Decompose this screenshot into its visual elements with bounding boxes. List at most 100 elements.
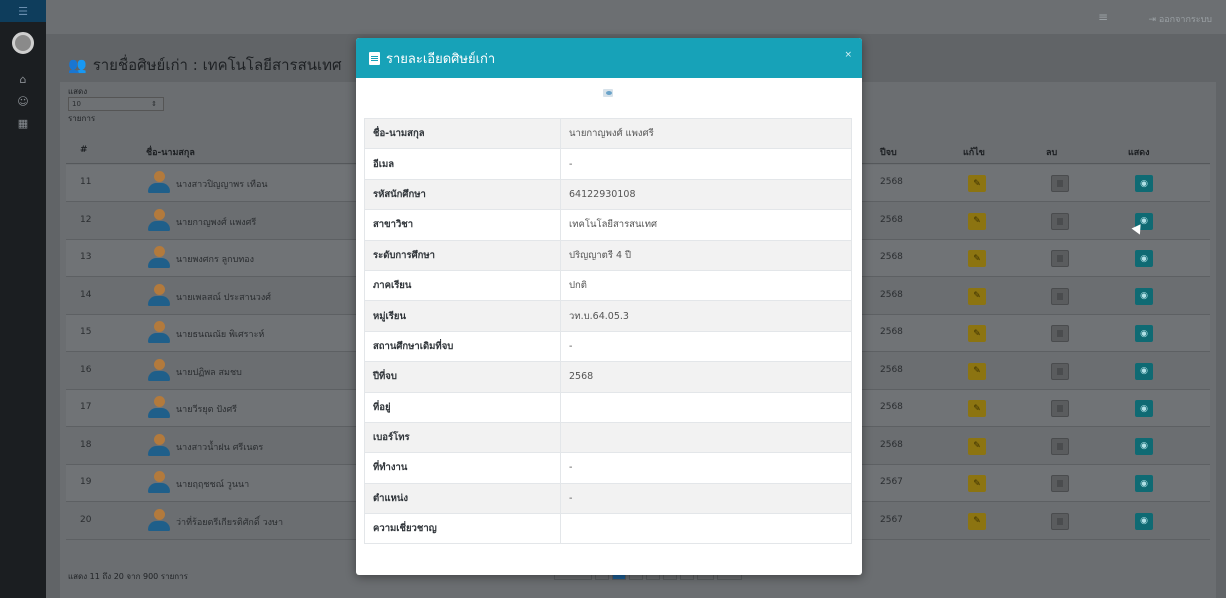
view-button[interactable]: ◉	[1135, 512, 1153, 530]
detail-row: ชื่อ-นามสกุล นายกาญพงศ์ แพงศรี	[364, 117, 852, 150]
sidebar-toggle[interactable]: ☰	[0, 0, 46, 22]
home-icon[interactable]: ⌂	[0, 68, 46, 90]
detail-value: 2568	[560, 361, 852, 393]
detail-label: ความเชี่ยวชาญ	[364, 513, 561, 545]
edit-button[interactable]: ✎	[968, 512, 986, 530]
edit-button[interactable]: ✎	[968, 437, 986, 455]
page-size-value: 10	[72, 100, 81, 108]
delete-button[interactable]	[1051, 212, 1069, 230]
edit-button[interactable]: ✎	[968, 362, 986, 380]
row-number: 15	[80, 327, 92, 337]
delete-button[interactable]	[1051, 400, 1069, 417]
detail-row: ความเชี่ยวชาญ	[364, 513, 852, 545]
detail-row: สาขาวิชา เทคโนโลยีสารสนเทศ	[364, 209, 852, 241]
view-button[interactable]: ◉	[1135, 475, 1153, 492]
detail-value: 64122930108	[560, 178, 852, 211]
row-name: นายฤฤชชณ์ วูนนา	[176, 480, 250, 490]
detail-row: ภาคเรียน ปกติ	[364, 269, 852, 302]
menu-icon[interactable]: ≡	[1098, 10, 1108, 24]
row-number: 19	[80, 477, 92, 487]
detail-value: -	[560, 452, 852, 484]
row-name: นางสาวน้ำฝน ศรีเนตร	[176, 442, 264, 453]
row-name: นางสาวปิญญาพร เทือน	[176, 180, 268, 190]
logout-label: ออกจากระบบ	[1158, 15, 1212, 25]
detail-row: อีเมล -	[364, 148, 852, 180]
close-button[interactable]: ×	[844, 50, 852, 60]
select-arrows-icon: ⇕	[151, 100, 157, 108]
delete-button[interactable]	[1051, 362, 1069, 380]
header-year[interactable]: ปีจบ	[880, 145, 897, 159]
document-icon	[369, 51, 380, 65]
row-name: นายธนณณัย พิเศราะห์	[176, 330, 265, 340]
row-year: 2568	[880, 289, 903, 300]
table-info: แสดง 11 ถึง 20 จาก 900 รายการ	[68, 572, 188, 581]
detail-label: เบอร์โทร	[364, 421, 561, 454]
avatar	[148, 471, 170, 495]
row-name: นายพงศกร ลูกบทอง	[176, 255, 255, 265]
row-number: 13	[80, 252, 92, 262]
row-number: 17	[80, 402, 92, 412]
edit-button[interactable]: ✎	[968, 250, 986, 267]
detail-row: ที่อยู่	[364, 391, 852, 423]
detail-label: อีเมล	[364, 148, 561, 180]
avatar	[148, 208, 170, 233]
profile-image-icon	[603, 88, 615, 98]
edit-button[interactable]: ✎	[968, 287, 986, 305]
detail-label: ที่อยู่	[364, 391, 561, 423]
avatar	[148, 508, 170, 533]
row-year: 2568	[880, 439, 903, 450]
edit-button[interactable]: ✎	[968, 212, 986, 230]
avatar	[148, 358, 170, 383]
row-number: 18	[80, 439, 92, 450]
row-number: 16	[80, 364, 92, 375]
row-number: 14	[80, 289, 92, 300]
view-button[interactable]: ◉	[1135, 250, 1153, 267]
edit-button[interactable]: ✎	[968, 400, 986, 417]
header-name[interactable]: ชื่อ-นามสกุล	[146, 145, 195, 159]
delete-button[interactable]	[1051, 437, 1069, 455]
users-icon[interactable]: ☺	[0, 90, 46, 112]
detail-value: ปกติ	[560, 269, 852, 302]
view-button[interactable]: ◉	[1135, 175, 1153, 192]
detail-row: ตำแหน่ง -	[364, 482, 852, 515]
detail-label: ภาคเรียน	[364, 269, 561, 302]
delete-button[interactable]	[1051, 512, 1069, 530]
topbar: ≡ ⇥ ออกจากระบบ	[46, 0, 1226, 34]
avatar	[148, 246, 170, 270]
delete-button[interactable]	[1051, 175, 1069, 192]
view-button[interactable]: ◉	[1135, 400, 1153, 417]
header-no[interactable]: #	[80, 145, 88, 155]
detail-row: ที่ทำงาน -	[364, 452, 852, 484]
row-number: 12	[80, 214, 92, 225]
delete-button[interactable]	[1051, 287, 1069, 305]
row-year: 2567	[880, 514, 903, 525]
row-name: นายเพลสณ์ ประสานวงศ์	[176, 292, 271, 303]
edit-button[interactable]: ✎	[968, 475, 986, 492]
delete-button[interactable]	[1051, 475, 1069, 492]
detail-label: สาขาวิชา	[364, 209, 561, 241]
detail-value: -	[560, 482, 852, 515]
row-year: 2568	[880, 177, 903, 187]
row-name: ว่าที่ร้อยตรีเกียรติศักดิ์ วงษา	[176, 517, 284, 528]
delete-button[interactable]	[1051, 325, 1069, 342]
detail-value: วท.บ.64.05.3	[560, 300, 852, 332]
row-number: 11	[80, 177, 92, 187]
view-button[interactable]: ◉	[1135, 325, 1153, 342]
view-button[interactable]: ◉	[1135, 362, 1153, 380]
row-name: นายกาญพงศ์ แพงศรี	[176, 217, 257, 228]
logout-link[interactable]: ⇥ ออกจากระบบ	[1148, 12, 1212, 26]
building-icon[interactable]: ▦	[0, 112, 46, 134]
view-button[interactable]: ◉	[1135, 287, 1153, 305]
header-view: แสดง	[1128, 148, 1150, 158]
edit-button[interactable]: ✎	[968, 175, 986, 192]
row-number: 20	[80, 514, 92, 525]
delete-button[interactable]	[1051, 250, 1069, 267]
edit-button[interactable]: ✎	[968, 325, 986, 342]
detail-row: ระดับการศึกษา ปริญญาตรี 4 ปี	[364, 239, 852, 271]
page-size-select[interactable]: 10 ⇕	[68, 97, 164, 111]
header-edit: แก้ไข	[963, 148, 985, 158]
view-button[interactable]: ◉	[1135, 437, 1153, 455]
detail-value: -	[560, 148, 852, 180]
detail-label: ระดับการศึกษา	[364, 239, 561, 271]
row-name: นายปฏิพล สมชบ	[176, 367, 242, 378]
